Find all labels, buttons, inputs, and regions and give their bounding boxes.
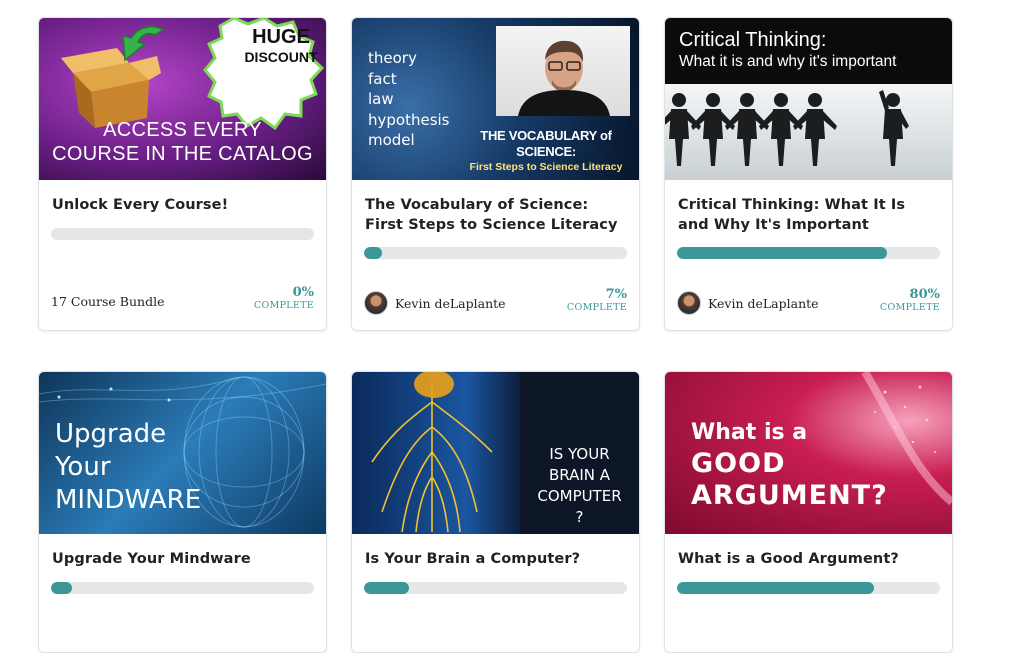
progress-bar bbox=[364, 582, 627, 594]
completion-status: 0% COMPLETE bbox=[254, 285, 314, 311]
completion-status: 80% COMPLETE bbox=[880, 287, 940, 313]
author-avatar bbox=[364, 291, 388, 315]
percent-complete: 0% bbox=[292, 285, 314, 300]
thumb-subheading: What it is and why it's important bbox=[679, 53, 897, 70]
paper-people-graphic bbox=[665, 84, 952, 180]
progress-bar bbox=[51, 228, 314, 240]
author-info[interactable]: Kevin deLaplante bbox=[364, 291, 506, 315]
course-card-vocabulary-of-science[interactable]: theory fact law hypothesis model THE VOC… bbox=[351, 17, 640, 331]
thumb-line-3: ARGUMENT? bbox=[691, 480, 888, 511]
paper-people-icon bbox=[665, 90, 909, 166]
thumb-line-2: Your bbox=[55, 452, 111, 482]
thumb-word-3: law bbox=[368, 90, 394, 108]
thumb-word-1: theory bbox=[368, 49, 417, 67]
thumb-line-3: MINDWARE bbox=[55, 485, 202, 515]
complete-label: COMPLETE bbox=[253, 300, 314, 311]
thumb-line-2: BRAIN A bbox=[548, 466, 611, 484]
presenter-photo bbox=[518, 40, 610, 116]
percent-complete: 7% bbox=[605, 287, 627, 302]
course-card-unlock-every-course[interactable]: HUGE DISCOUNT ACCESS EVERY COURSE IN THE… bbox=[38, 17, 327, 331]
thumb-word-5: model bbox=[368, 131, 415, 149]
complete-label: COMPLETE bbox=[879, 302, 940, 313]
progress-bar bbox=[51, 582, 314, 594]
progress-fill bbox=[51, 582, 73, 594]
course-thumbnail[interactable]: HUGE DISCOUNT ACCESS EVERY COURSE IN THE… bbox=[39, 18, 326, 180]
badge-line-2: DISCOUNT bbox=[244, 49, 318, 65]
thumb-line-1: Upgrade bbox=[55, 419, 167, 449]
course-thumbnail[interactable]: IS YOUR BRAIN A COMPUTER ? bbox=[352, 372, 639, 534]
course-title[interactable]: What is a Good Argument? bbox=[678, 549, 939, 569]
course-title[interactable]: Critical Thinking: What It Is and Why It… bbox=[678, 195, 939, 235]
course-thumbnail[interactable]: Critical Thinking: What it is and why it… bbox=[665, 18, 952, 180]
thumb-subheading: First Steps to Science Literacy bbox=[469, 161, 623, 173]
thumb-heading: Critical Thinking: bbox=[679, 29, 827, 51]
thumb-line-1: What is a bbox=[691, 420, 808, 445]
thumb-line-4: ? bbox=[575, 508, 584, 526]
thumb-word-2: fact bbox=[368, 69, 397, 88]
thumb-line-2: COURSE IN THE CATALOG bbox=[52, 143, 313, 165]
progress-fill bbox=[364, 247, 383, 259]
course-thumbnail[interactable]: theory fact law hypothesis model THE VOC… bbox=[352, 18, 639, 180]
percent-complete: 80% bbox=[909, 287, 940, 302]
course-title[interactable]: Is Your Brain a Computer? bbox=[365, 549, 626, 569]
course-card-is-your-brain-a-computer[interactable]: IS YOUR BRAIN A COMPUTER ? Is Your Brain… bbox=[351, 371, 640, 653]
bundle-label: 17 Course Bundle bbox=[51, 294, 165, 309]
course-card-critical-thinking[interactable]: Critical Thinking: What it is and why it… bbox=[664, 17, 953, 331]
complete-label: COMPLETE bbox=[566, 302, 627, 313]
course-thumbnail[interactable]: Upgrade Your MINDWARE bbox=[39, 372, 326, 534]
course-title[interactable]: The Vocabulary of Science: First Steps t… bbox=[365, 195, 626, 235]
author-name: Kevin deLaplante bbox=[708, 295, 819, 311]
author-avatar bbox=[677, 291, 701, 315]
progress-fill bbox=[677, 247, 888, 259]
progress-bar bbox=[364, 247, 627, 259]
thumb-heading: THE VOCABULARY of SCIENCE: bbox=[480, 128, 612, 159]
thumb-line-3: COMPUTER bbox=[537, 487, 622, 505]
presenter-video-frame bbox=[496, 26, 630, 116]
course-card-upgrade-your-mindware[interactable]: Upgrade Your MINDWARE Upgrade Your Mindw… bbox=[38, 371, 327, 653]
progress-fill bbox=[364, 582, 409, 594]
author-info[interactable]: Kevin deLaplante bbox=[677, 291, 819, 315]
thumb-line-1: ACCESS EVERY bbox=[103, 119, 262, 141]
badge-line-1: HUGE bbox=[252, 26, 310, 48]
course-title[interactable]: Upgrade Your Mindware bbox=[52, 549, 313, 569]
progress-bar bbox=[677, 582, 940, 594]
course-thumbnail[interactable]: What is a GOOD ARGUMENT? bbox=[665, 372, 952, 534]
thumb-line-1: IS YOUR bbox=[549, 445, 610, 463]
completion-status: 7% COMPLETE bbox=[567, 287, 627, 313]
course-title[interactable]: Unlock Every Course! bbox=[52, 195, 313, 215]
author-name: Kevin deLaplante bbox=[395, 295, 506, 311]
progress-fill bbox=[677, 582, 875, 594]
progress-bar bbox=[677, 247, 940, 259]
course-card-what-is-a-good-argument[interactable]: What is a GOOD ARGUMENT? What is a Good … bbox=[664, 371, 953, 653]
thumb-word-4: hypothesis bbox=[368, 110, 450, 129]
thumb-line-2: GOOD bbox=[691, 448, 786, 479]
